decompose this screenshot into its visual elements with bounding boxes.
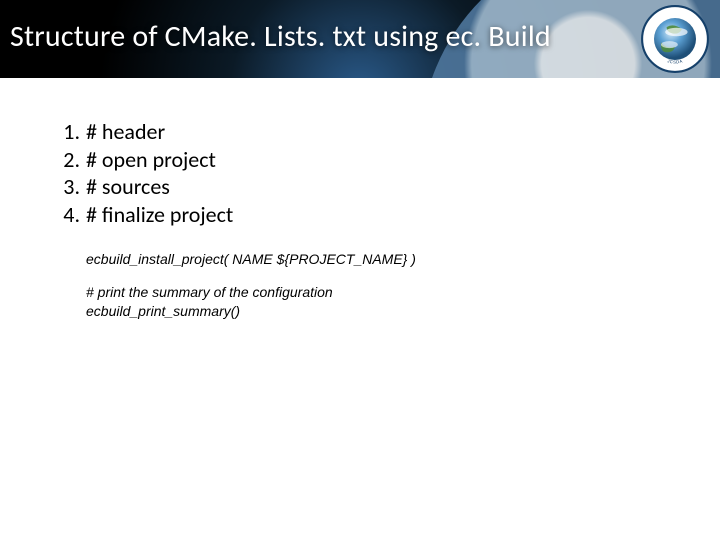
header-band: Structure of CMake. Lists. txt using ec.… [0,0,720,78]
code-block: ecbuild_install_project( NAME ${PROJECT_… [86,250,680,321]
blank-line [86,269,680,283]
code-line: ecbuild_install_project( NAME ${PROJECT_… [86,250,680,269]
list-item-text: # finalize project [86,201,233,228]
slide-title: Structure of CMake. Lists. txt using ec.… [10,18,551,55]
list-item-text: # header [86,118,165,145]
list-item: # open project [46,146,680,174]
list-item-text: # sources [86,173,170,200]
list-item: # header [46,118,680,146]
slide-body: # header # open project # sources # fina… [0,78,720,321]
list-item: # sources [46,173,680,201]
code-line: # print the summary of the configuration [86,283,680,302]
list-item-text: # open project [86,146,216,173]
numbered-list: # header # open project # sources # fina… [46,118,680,228]
code-line: ecbuild_print_summary() [86,302,680,321]
slide: Structure of CMake. Lists. txt using ec.… [0,0,720,540]
list-item: # finalize project [46,201,680,229]
organization-seal-icon: JCSDA [640,4,710,74]
